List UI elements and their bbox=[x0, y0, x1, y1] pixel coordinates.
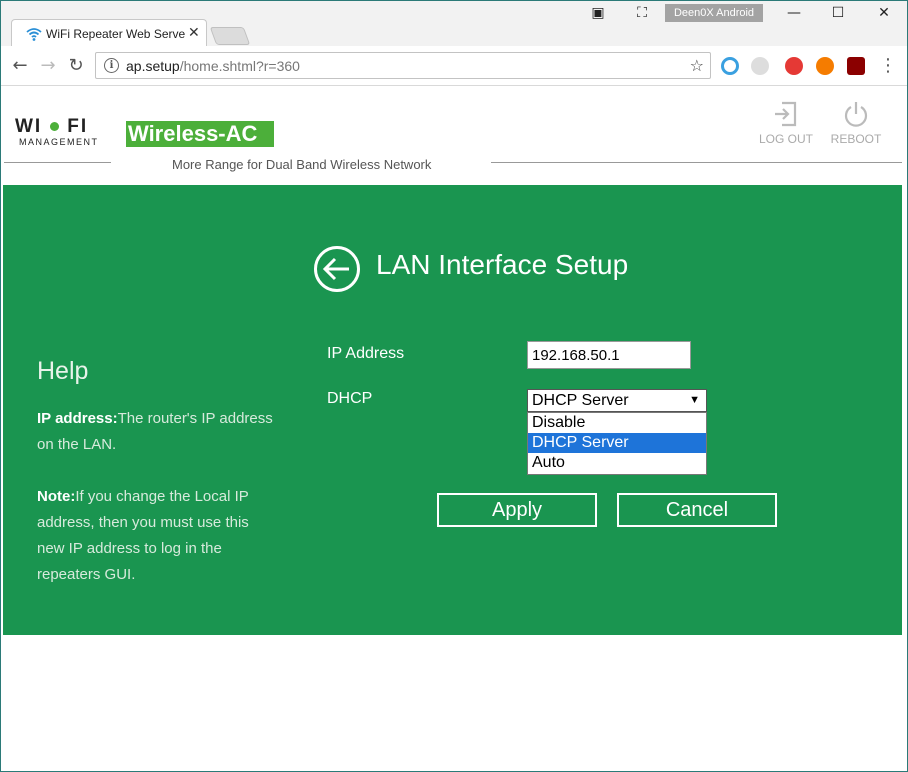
extension-globe-icon[interactable] bbox=[751, 57, 769, 75]
forward-arrow-icon[interactable]: → bbox=[37, 55, 59, 77]
maximize-icon[interactable]: ☐ bbox=[823, 5, 853, 25]
close-window-icon[interactable]: ✕ bbox=[869, 5, 899, 25]
info-icon[interactable]: i bbox=[104, 58, 119, 73]
new-tab-button[interactable] bbox=[209, 27, 251, 45]
dhcp-option-disable[interactable]: Disable bbox=[528, 413, 706, 433]
browser-tab[interactable]: WiFi Repeater Web Serve ✕ bbox=[11, 19, 207, 47]
dhcp-option-auto[interactable]: Auto bbox=[528, 453, 706, 473]
logout-button[interactable]: LOG OUT bbox=[756, 100, 816, 146]
lan-setup-panel: LAN Interface Setup Help IP address:The … bbox=[3, 185, 902, 635]
ip-address-label: IP Address bbox=[327, 345, 405, 362]
profile-badge[interactable]: Deen0X Android bbox=[665, 4, 763, 22]
logo: WI FI bbox=[15, 116, 89, 137]
logo-subtitle: MANAGEMENT bbox=[19, 137, 99, 147]
header-divider-left bbox=[4, 162, 111, 163]
bookmark-star-icon[interactable]: ☆ bbox=[690, 56, 704, 75]
ublock-icon[interactable] bbox=[847, 57, 865, 75]
help-ip-text: IP address:The router's IP address on th… bbox=[37, 410, 273, 453]
close-tab-icon[interactable]: ✕ bbox=[188, 25, 200, 41]
tab-title: WiFi Repeater Web Serve bbox=[46, 27, 186, 41]
help-title: Help bbox=[37, 357, 89, 385]
ip-address-input[interactable] bbox=[527, 341, 691, 369]
dhcp-option-server[interactable]: DHCP Server bbox=[528, 433, 706, 453]
logout-icon bbox=[775, 101, 797, 127]
cast-icon[interactable]: ▣ bbox=[583, 5, 613, 25]
extension-icon-1[interactable] bbox=[721, 57, 739, 75]
dhcp-dropdown-list: Disable DHCP Server Auto bbox=[527, 412, 707, 475]
page-title: LAN Interface Setup bbox=[376, 249, 629, 280]
browser-toolbar: ← → ↻ i ap.setup/home.shtml?r=360 ☆ ⋮ bbox=[1, 46, 907, 86]
dhcp-select-value: DHCP Server bbox=[532, 392, 629, 409]
dropdown-arrow-icon: ▼ bbox=[689, 394, 700, 406]
address-bar[interactable]: i ap.setup/home.shtml?r=360 ☆ bbox=[95, 52, 711, 79]
minimize-icon[interactable]: — bbox=[779, 5, 809, 25]
screenshot-icon[interactable]: ⛶ bbox=[627, 5, 657, 25]
power-icon bbox=[844, 102, 868, 127]
cancel-button[interactable]: Cancel bbox=[617, 493, 777, 527]
reload-icon[interactable]: ↻ bbox=[65, 55, 87, 77]
back-arrow-icon[interactable]: ← bbox=[9, 55, 31, 77]
menu-dots-icon[interactable]: ⋮ bbox=[877, 55, 899, 77]
back-circle-icon[interactable] bbox=[313, 245, 361, 293]
dhcp-select[interactable]: DHCP Server ▼ bbox=[527, 389, 707, 412]
dhcp-label: DHCP bbox=[327, 390, 373, 407]
extension-red-icon[interactable] bbox=[785, 57, 803, 75]
help-note-text: Note:If you change the Local IP address,… bbox=[37, 488, 249, 583]
wifi-icon bbox=[26, 28, 42, 41]
url-text: ap.setup/home.shtml?r=360 bbox=[126, 58, 300, 74]
apply-button[interactable]: Apply bbox=[437, 493, 597, 527]
header-divider-right bbox=[491, 162, 902, 163]
brand-badge: Wireless-AC bbox=[126, 121, 274, 147]
extension-fire-icon[interactable] bbox=[816, 57, 834, 75]
tagline: More Range for Dual Band Wireless Networ… bbox=[172, 157, 432, 172]
title-bar: WiFi Repeater Web Serve ✕ ▣ ⛶ Deen0X And… bbox=[1, 1, 907, 47]
reboot-button[interactable]: REBOOT bbox=[826, 100, 886, 146]
